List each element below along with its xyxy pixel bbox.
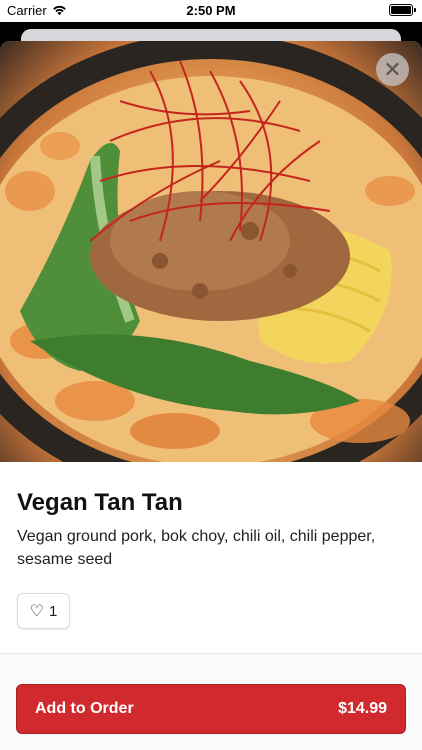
item-description: Vegan ground pork, bok choy, chili oil, … xyxy=(17,528,376,568)
like-count: 1 xyxy=(49,602,58,620)
item-detail-sheet: ✕ Vegan Tan Tan Vegan ground pork, bok c… xyxy=(0,41,422,750)
add-to-order-label: Add to Order xyxy=(35,700,134,717)
battery-icon xyxy=(389,4,416,16)
like-button[interactable]: ♡ 1 xyxy=(17,593,70,629)
status-time: 2:50 PM xyxy=(186,3,236,18)
footer: Add to Order $14.99 xyxy=(0,654,422,750)
close-button[interactable]: ✕ xyxy=(376,53,409,86)
item-price: $14.99 xyxy=(338,700,387,717)
heart-icon: ♡ xyxy=(29,603,44,620)
item-photo: ✕ xyxy=(0,41,422,462)
status-bar: Carrier 2:50 PM xyxy=(0,0,422,22)
close-icon: ✕ xyxy=(383,56,402,82)
add-to-order-button[interactable]: Add to Order $14.99 xyxy=(16,684,406,734)
item-title: Vegan Tan Tan xyxy=(17,489,183,516)
